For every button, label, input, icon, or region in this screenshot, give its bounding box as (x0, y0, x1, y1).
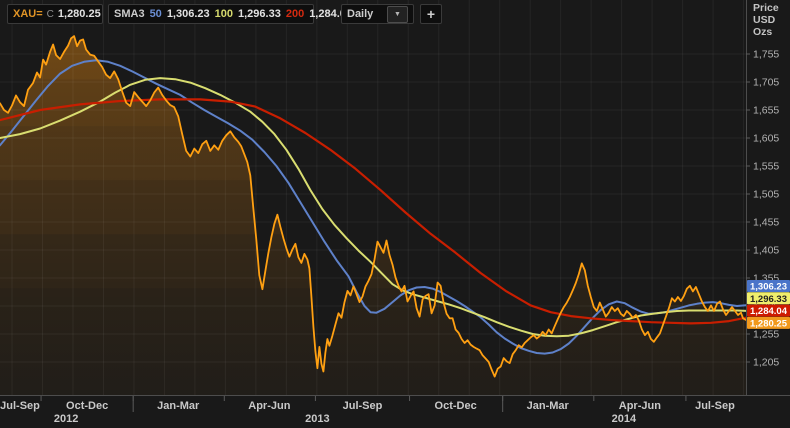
price-tag: 1,296.33 (747, 292, 790, 305)
x-year-label: 2014 (612, 413, 637, 425)
interval-dropdown-button[interactable]: ▼ (387, 6, 408, 23)
price-tag-value: 1,280.25 (750, 318, 788, 329)
chart-plot-area[interactable]: PriceUSDOzs 1,755 1,705 1,655 1,605 1,555 1,50… (0, 0, 790, 428)
price-tag: 1,280.25 (747, 317, 790, 330)
x-quarter-label: Oct-Dec (435, 400, 477, 412)
y-tick-label: 1,255 (753, 329, 779, 341)
price-tag-value: 1,296.33 (750, 294, 787, 305)
x-quarter-label: Jul-Sep (695, 400, 735, 412)
instrument-ric: XAU= (13, 8, 43, 20)
add-overlay-button[interactable]: + (420, 4, 442, 24)
y-tick-label: 1,705 (753, 77, 779, 89)
y-tick-label: 1,755 (753, 49, 779, 61)
sma-period-100: 100 (215, 8, 233, 20)
y-axis-title: Price (753, 2, 779, 14)
x-quarter-label: Apr-Jun (619, 400, 661, 412)
sma-period-50: 50 (150, 8, 162, 20)
sma-100-value: 1,296.33 (238, 8, 281, 20)
price-tag: 1,284.04 (747, 305, 790, 318)
sma-label: SMA3 (114, 8, 145, 20)
x-quarter-label: Apr-Jun (248, 400, 290, 412)
x-quarter-label: Oct-Dec (66, 400, 108, 412)
sma-50-value: 1,306.23 (167, 8, 210, 20)
x-quarter-label: Jan-Mar (527, 400, 570, 412)
y-tick-label: 1,205 (753, 357, 779, 369)
x-quarter-label: Jul-Sep (343, 400, 383, 412)
price-tag: 1,306.23 (747, 280, 790, 293)
y-axis-title: USD (753, 14, 776, 26)
x-quarter-label: Jan-Mar (157, 400, 200, 412)
plus-icon: + (427, 6, 435, 22)
x-quarter-label: Jul-Sep (0, 400, 40, 412)
sma-indicator-selector[interactable]: SMA3 50 1,306.23 100 1,296.33 200 1,284.… (108, 4, 314, 24)
instrument-field: C (47, 9, 54, 20)
instrument-selector[interactable]: XAU= C 1,280.25 ▼ (7, 4, 103, 24)
y-tick-label: 1,405 (753, 245, 779, 257)
price-tag-value: 1,284.04 (750, 306, 788, 317)
sma-period-200: 200 (286, 8, 304, 20)
y-tick-label: 1,455 (753, 217, 779, 229)
interval-selected: Daily (347, 8, 373, 20)
x-year-label: 2013 (305, 413, 329, 425)
y-tick-label: 1,555 (753, 161, 779, 173)
y-tick-label: 1,655 (753, 105, 779, 117)
chevron-down-icon: ▼ (394, 11, 401, 18)
x-year-label: 2012 (54, 413, 78, 425)
price-tag-value: 1,306.23 (750, 282, 787, 293)
y-tick-label: 1,605 (753, 133, 779, 145)
y-axis-title: Ozs (753, 26, 772, 38)
chart-window: PriceUSDOzs 1,755 1,705 1,655 1,605 1,555 1,50… (0, 0, 790, 428)
y-tick-label: 1,505 (753, 189, 779, 201)
instrument-last-price: 1,280.25 (58, 8, 101, 20)
interval-selector[interactable]: Daily ▼ (341, 4, 414, 24)
